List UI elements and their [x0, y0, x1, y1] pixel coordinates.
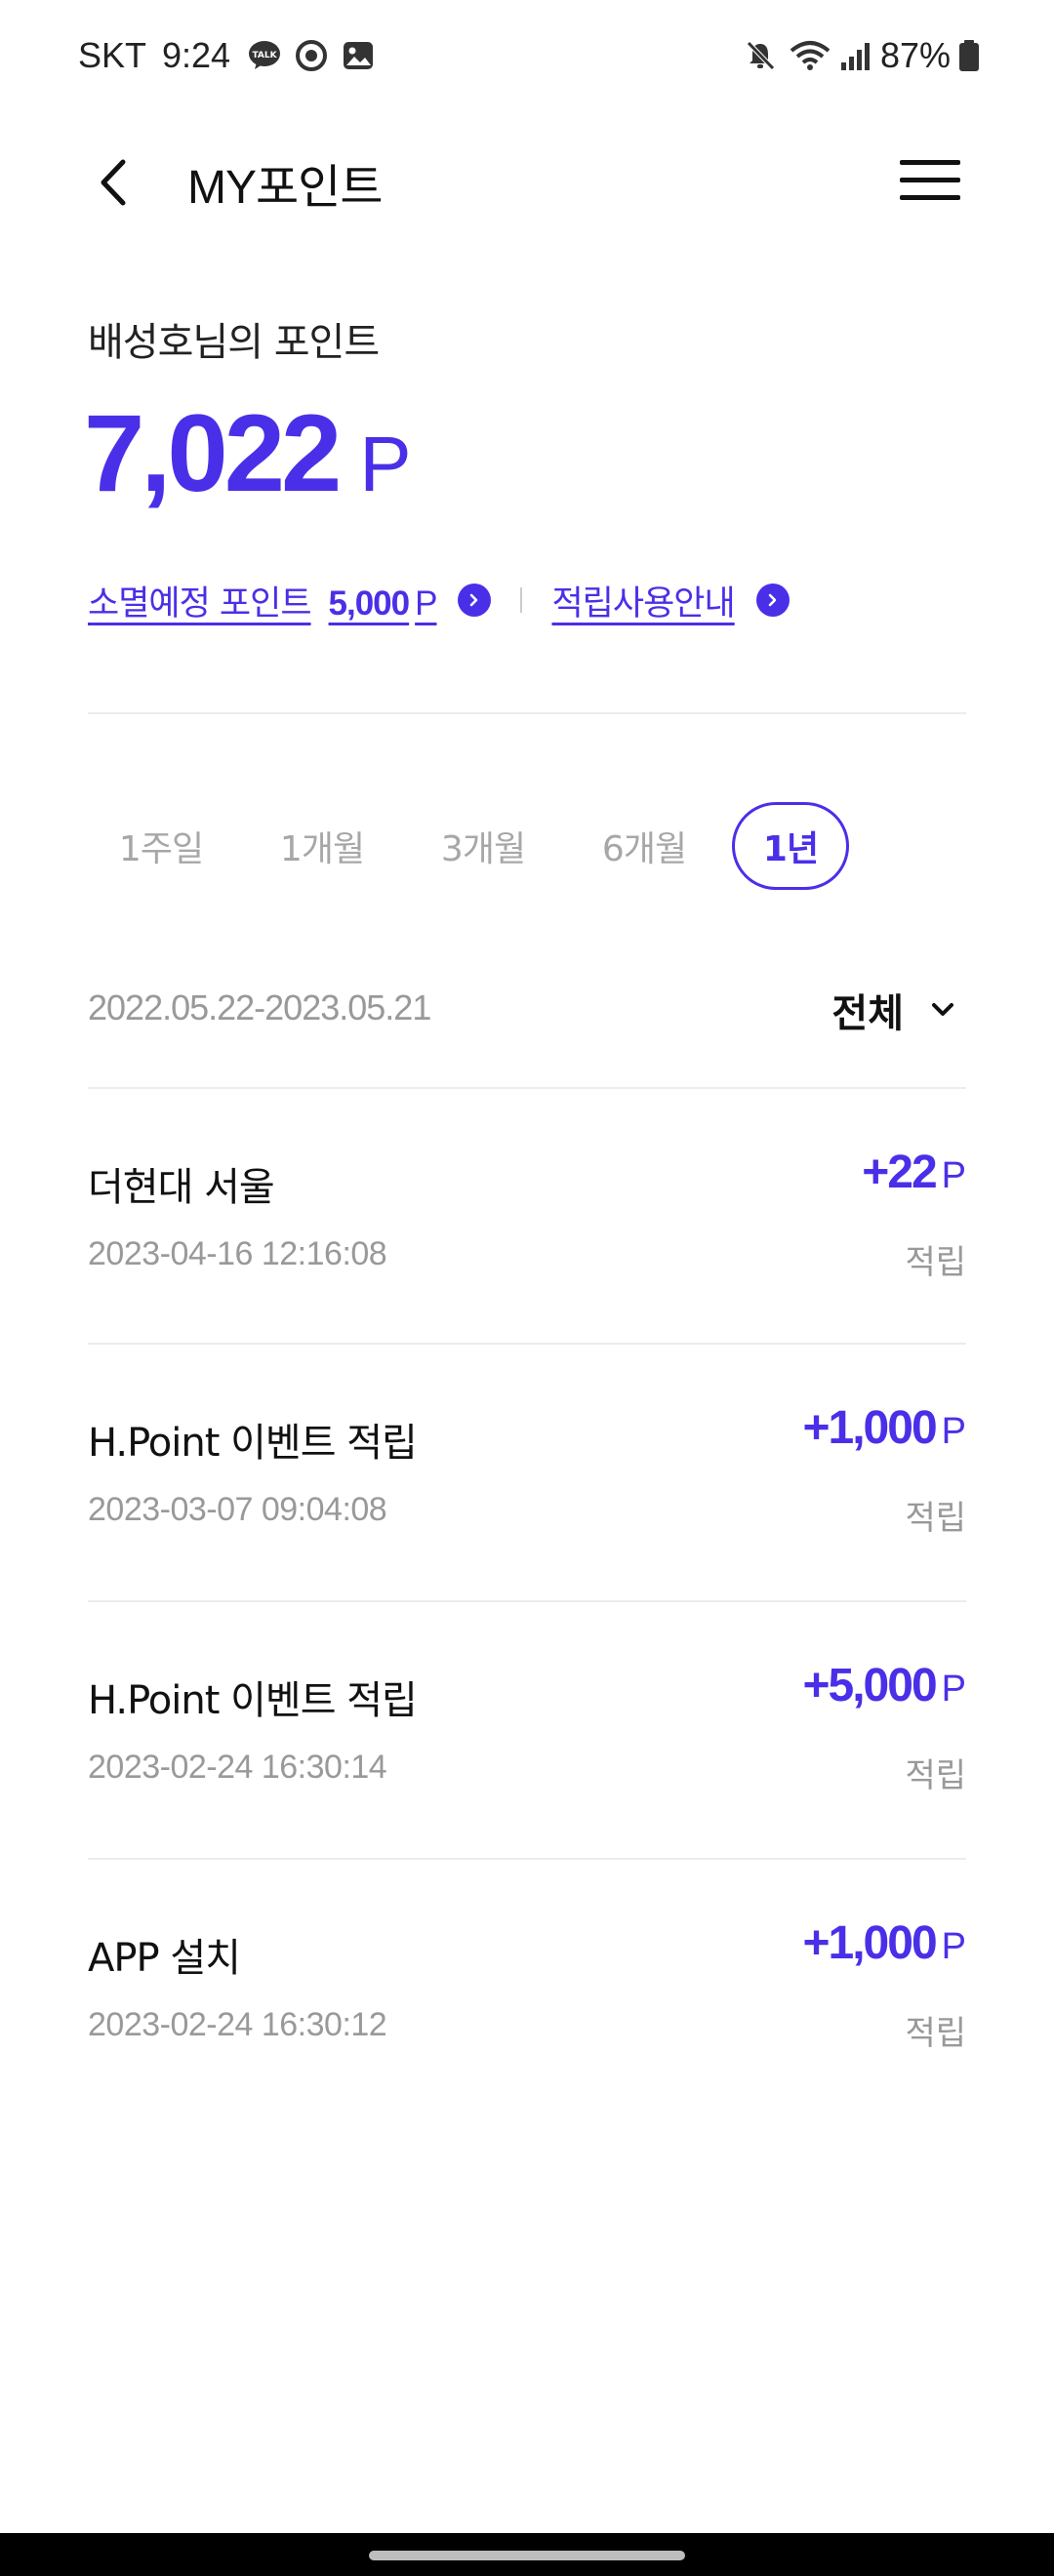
tab-1-year[interactable]: 1년 — [732, 802, 849, 890]
signal-icon — [841, 43, 870, 70]
transaction-type: 적립 — [905, 1243, 966, 1282]
period-tabs: 1주일 1개월 3개월 6개월 1년 — [88, 802, 966, 890]
app-header: MY포인트 — [0, 115, 1054, 242]
transaction-date: 2023-02-24 16:30:12 — [88, 2006, 387, 2043]
type-filter-dropdown[interactable]: 전체 — [831, 982, 956, 1038]
transaction-row[interactable]: 더현대 서울 2023-04-16 12:16:08 +22 P 적립 — [88, 1087, 966, 1345]
amount-value: +5,000 — [802, 1660, 937, 1711]
points-value: 7,022 — [84, 392, 342, 514]
transaction-amount: +1,000 P — [802, 1401, 966, 1455]
transaction-row[interactable]: H.Point 이벤트 적립 2023-02-24 16:30:14 +5,00… — [88, 1602, 966, 1860]
expiring-unit: P — [415, 584, 437, 623]
range-filter-row: 2022.05.22-2023.05.21 전체 — [88, 976, 966, 1044]
wifi-icon — [790, 41, 831, 70]
back-arrow-icon[interactable] — [94, 156, 137, 209]
transaction-amount: +22 P — [862, 1146, 966, 1199]
battery-percent: 87% — [880, 35, 952, 75]
chevron-down-icon — [932, 1003, 953, 1016]
svg-text:TALK: TALK — [252, 51, 277, 60]
amount-value: +22 — [862, 1147, 937, 1198]
transaction-amount: +5,000 P — [802, 1659, 966, 1712]
target-icon — [296, 40, 327, 71]
section-divider — [88, 712, 966, 714]
transaction-type: 적립 — [905, 1499, 966, 1538]
mute-icon — [747, 41, 775, 70]
transaction-type: 적립 — [905, 2014, 966, 2053]
owner-label: 배성호님의 포인트 — [88, 320, 380, 365]
tab-1-week[interactable]: 1주일 — [88, 802, 234, 890]
tab-1-month[interactable]: 1개월 — [249, 802, 395, 890]
tab-3-months[interactable]: 3개월 — [410, 802, 556, 890]
transaction-name: H.Point 이벤트 적립 — [88, 1421, 418, 1466]
expiring-value: 5,000 — [328, 584, 411, 623]
expiring-points-link[interactable]: 소멸예정 포인트 5,000 P — [88, 576, 438, 625]
amount-unit: P — [941, 1669, 966, 1710]
earn-use-guide-link[interactable]: 적립사용안내 — [551, 576, 735, 625]
clock: 9:24 — [162, 35, 231, 75]
transaction-name: H.Point 이벤트 적립 — [88, 1678, 418, 1723]
transaction-date: 2023-03-07 09:04:08 — [88, 1491, 387, 1528]
transaction-amount: +1,000 P — [802, 1916, 966, 1970]
type-filter-label: 전체 — [831, 991, 904, 1036]
link-separator — [520, 587, 523, 613]
transaction-row[interactable]: H.Point 이벤트 적립 2023-03-07 09:04:08 +1,00… — [88, 1345, 966, 1602]
transaction-list: 더현대 서울 2023-04-16 12:16:08 +22 P 적립 H.Po… — [88, 1087, 966, 2117]
page-title: MY포인트 — [187, 162, 383, 214]
status-bar: SKT 9:24 TALK 87% — [0, 0, 1054, 115]
guide-label: 적립사용안내 — [551, 584, 735, 624]
transaction-type: 적립 — [905, 1756, 966, 1795]
amount-value: +1,000 — [802, 1402, 937, 1454]
home-gesture-handle[interactable] — [369, 2551, 685, 2560]
chevron-right-icon[interactable] — [458, 584, 492, 617]
kakaotalk-icon: TALK — [249, 41, 280, 69]
summary-links: 소멸예정 포인트 5,000 P 적립사용안내 — [88, 574, 790, 626]
expiring-label: 소멸예정 포인트 — [88, 584, 312, 624]
carrier-label: SKT — [78, 35, 147, 75]
tab-6-months[interactable]: 6개월 — [571, 802, 717, 890]
transaction-name: APP 설치 — [88, 1936, 241, 1981]
amount-unit: P — [941, 1411, 966, 1452]
transaction-name: 더현대 서울 — [88, 1165, 275, 1210]
chevron-right-icon[interactable] — [755, 584, 790, 617]
amount-unit: P — [941, 1155, 966, 1196]
amount-value: +1,000 — [802, 1917, 937, 1969]
battery-icon — [959, 40, 979, 71]
transaction-row[interactable]: APP 설치 2023-02-24 16:30:12 +1,000 P 적립 — [88, 1860, 966, 2117]
hamburger-menu-icon[interactable] — [900, 156, 960, 205]
gallery-icon — [344, 42, 373, 69]
date-range: 2022.05.22-2023.05.21 — [88, 987, 431, 1027]
transaction-date: 2023-02-24 16:30:14 — [88, 1749, 387, 1786]
transaction-date: 2023-04-16 12:16:08 — [88, 1235, 387, 1272]
points-total: 7,022 P — [84, 390, 412, 517]
amount-unit: P — [941, 1926, 966, 1967]
points-unit: P — [359, 421, 412, 507]
